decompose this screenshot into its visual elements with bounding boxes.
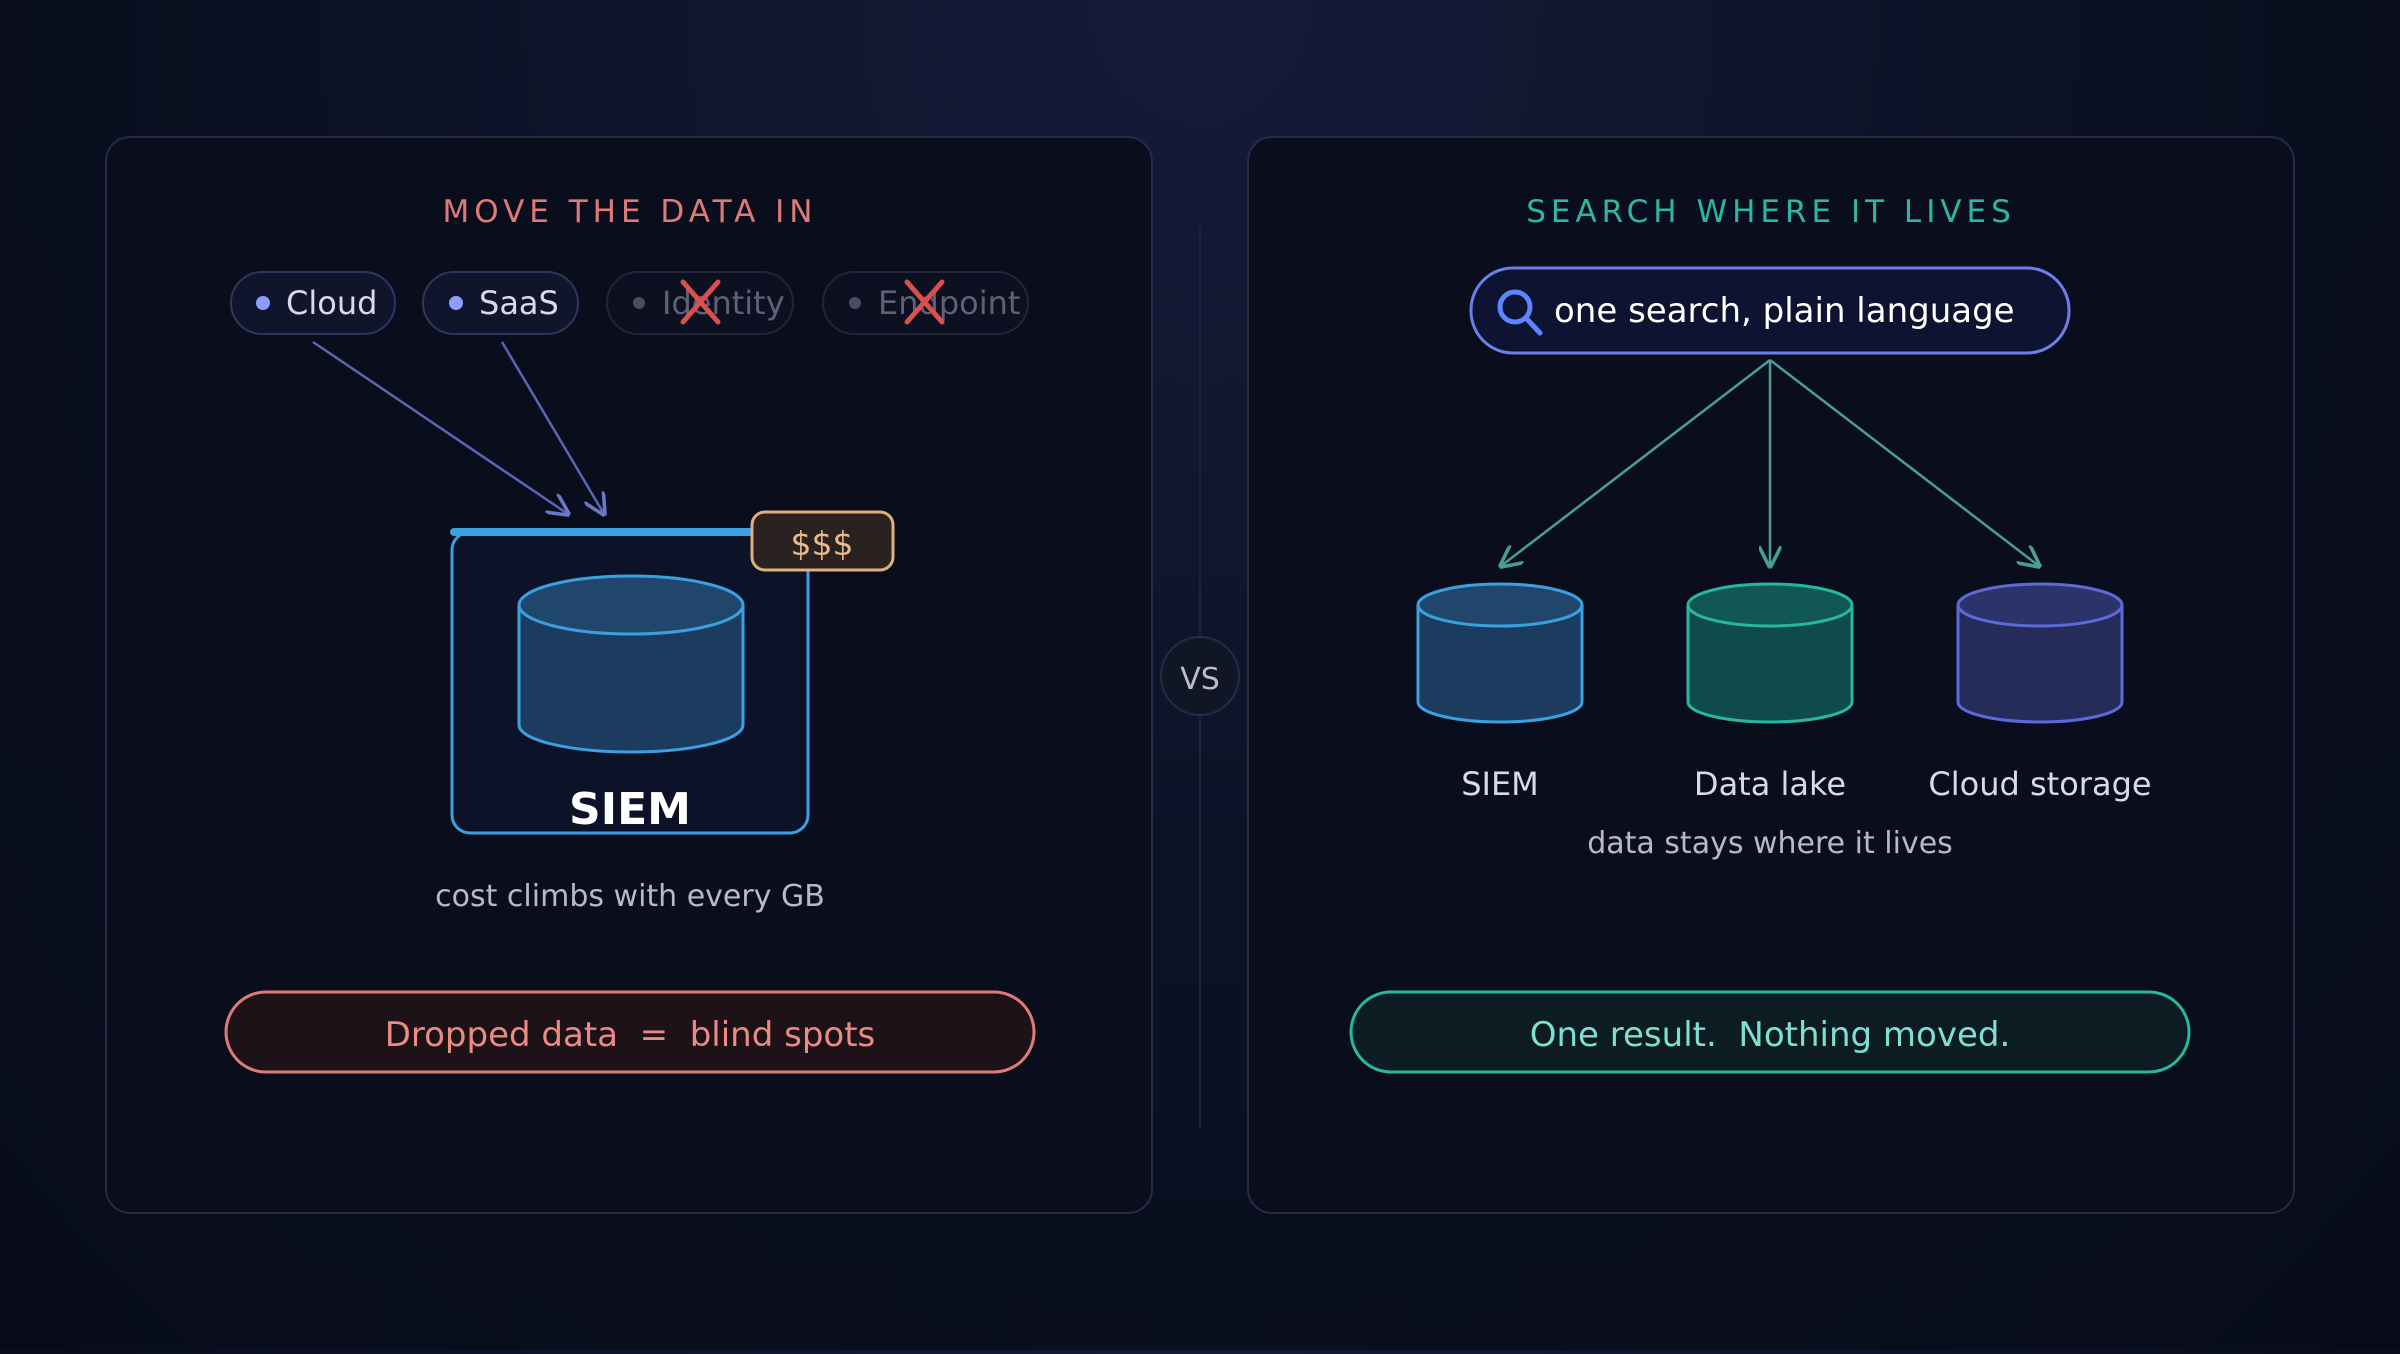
database-icon bbox=[1686, 582, 1854, 724]
siem-label: SIEM bbox=[569, 784, 691, 835]
database-icon bbox=[1956, 582, 2124, 724]
one-result-callout: One result. Nothing moved. bbox=[1349, 990, 2191, 1074]
source-label: Identity bbox=[662, 284, 785, 322]
right-panel: SEARCH WHERE IT LIVES one search, plain … bbox=[1247, 136, 2295, 1214]
source-pill-cloud: Cloud bbox=[230, 271, 396, 335]
capacity-bar bbox=[450, 528, 760, 536]
store-label: Cloud storage bbox=[1928, 765, 2151, 803]
comparison-diagram: MOVE THE DATA IN Cloud SaaS Identity End… bbox=[0, 0, 2400, 1350]
cost-tag-text: $$$ bbox=[791, 524, 854, 563]
source-pill-endpoint: Endpoint bbox=[822, 271, 1029, 335]
cost-tag: $$$ bbox=[750, 510, 895, 572]
right-panel-title: SEARCH WHERE IT LIVES bbox=[1526, 194, 2016, 230]
source-pill-identity: Identity bbox=[606, 271, 794, 335]
store-data-lake: Data lake bbox=[1686, 582, 1854, 803]
stays-note: data stays where it lives bbox=[1587, 826, 1953, 861]
active-dot bbox=[449, 296, 463, 310]
callout-text: One result. Nothing moved. bbox=[1530, 1015, 2011, 1055]
source-label: Cloud bbox=[286, 284, 377, 322]
vs-label: VS bbox=[1180, 662, 1220, 697]
source-pill-saas: SaaS bbox=[422, 271, 579, 335]
active-dot bbox=[256, 296, 270, 310]
store-label: Data lake bbox=[1694, 765, 1846, 803]
search-bar[interactable]: one search, plain language bbox=[1469, 266, 2071, 355]
inactive-dot bbox=[633, 297, 645, 309]
search-query-text: one search, plain language bbox=[1554, 291, 2015, 331]
database-icon bbox=[517, 574, 745, 754]
database-icon bbox=[1416, 582, 1584, 724]
cost-note: cost climbs with every GB bbox=[435, 879, 825, 914]
left-panel: MOVE THE DATA IN Cloud SaaS Identity End… bbox=[105, 136, 1153, 1214]
store-cloud-storage: Cloud storage bbox=[1928, 582, 2152, 803]
siem-ingest-box: SIEM bbox=[450, 528, 810, 835]
callout-text: Dropped data = blind spots bbox=[385, 1015, 876, 1055]
inactive-dot bbox=[849, 297, 861, 309]
source-label: Endpoint bbox=[878, 284, 1020, 322]
vs-divider: VS bbox=[1160, 228, 1240, 1128]
left-panel-title: MOVE THE DATA IN bbox=[443, 194, 818, 230]
blind-spots-callout: Dropped data = blind spots bbox=[224, 990, 1036, 1074]
source-label: SaaS bbox=[479, 284, 559, 322]
diagram-canvas: MOVE THE DATA IN Cloud SaaS Identity End… bbox=[105, 136, 2295, 1214]
store-label: SIEM bbox=[1461, 765, 1539, 803]
